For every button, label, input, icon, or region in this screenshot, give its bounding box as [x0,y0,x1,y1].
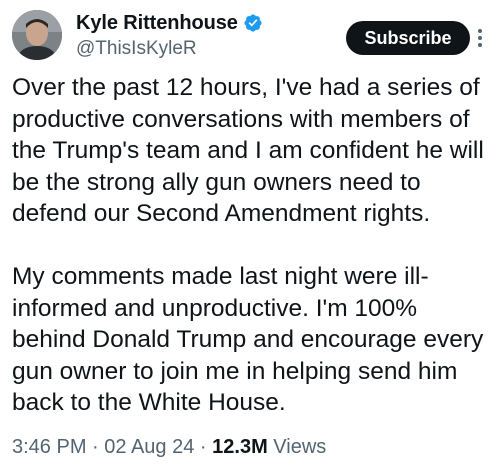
views-count[interactable]: 12.3M [212,436,268,458]
tweet-paragraph: My comments made last night were ill-inf… [12,263,484,416]
more-dot [478,43,482,47]
author-names: Kyle Rittenhouse @ThisIsKyleR [76,10,263,60]
verified-badge-icon [244,14,262,32]
tweet-text: Over the past 12 hours, I've had a serie… [12,72,492,419]
display-name-row: Kyle Rittenhouse [76,10,263,36]
tweet-header: Kyle Rittenhouse @ThisIsKyleR Subscribe [12,6,488,62]
meta-separator: · [86,436,105,458]
avatar-image [12,10,62,60]
more-dot [478,29,482,33]
avatar[interactable] [12,10,62,60]
tweet-card: Kyle Rittenhouse @ThisIsKyleR Subscribe … [0,0,500,473]
views-label: Views [267,436,327,458]
more-options-icon[interactable] [472,26,488,50]
tweet-paragraph: Over the past 12 hours, I've had a serie… [12,74,484,227]
meta-separator: · [194,436,213,458]
tweet-meta: 3:46 PM · 02 Aug 24 · 12.3M Views [12,436,326,459]
tweet-date[interactable]: 02 Aug 24 [104,436,194,458]
subscribe-button[interactable]: Subscribe [346,21,470,55]
tweet-time[interactable]: 3:46 PM [12,436,86,458]
author-handle[interactable]: @ThisIsKyleR [76,38,263,60]
display-name[interactable]: Kyle Rittenhouse [76,12,238,35]
more-dot [478,36,482,40]
